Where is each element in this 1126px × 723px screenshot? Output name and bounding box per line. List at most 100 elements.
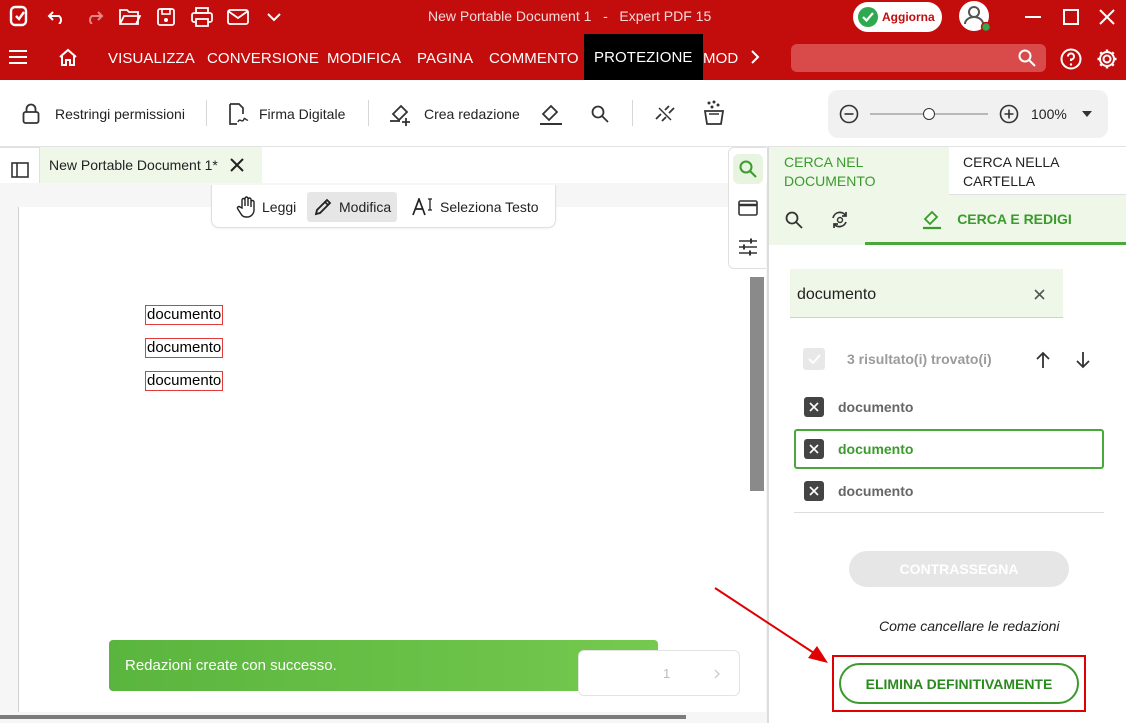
title-bar: New Portable Document 1 - Expert PDF 15 … [0, 0, 1126, 34]
tab-visualizza[interactable]: VISUALIZZA [108, 50, 195, 67]
mark-button[interactable]: CONTRASSEGNA [849, 551, 1069, 587]
document-tab[interactable]: New Portable Document 1* [40, 147, 262, 183]
right-tool-rail [728, 147, 766, 269]
edit-mode-button[interactable]: Modifica [307, 192, 398, 222]
page-number[interactable]: 1 [663, 666, 670, 681]
search-redact-icon[interactable] [589, 102, 611, 126]
remove-result-icon[interactable] [804, 439, 824, 459]
tab-search-in-document[interactable]: CERCA NEL DOCUMENTO [769, 147, 949, 195]
user-account-icon[interactable] [956, 1, 992, 33]
document-page[interactable] [18, 207, 766, 712]
check-icon [807, 354, 821, 364]
tab-mod[interactable]: MOD [703, 50, 738, 67]
select-text-mode-label: Seleziona Testo [440, 199, 539, 215]
search-panel-toggle[interactable] [733, 154, 763, 184]
maximize-icon[interactable] [1060, 6, 1082, 28]
unlink-icon[interactable] [652, 102, 678, 126]
remove-result-icon[interactable] [804, 397, 824, 417]
search-hit-highlight[interactable]: documento [145, 305, 224, 325]
zoom-out-icon[interactable] [838, 103, 860, 125]
select-text-mode-button[interactable]: Seleziona Testo [406, 192, 545, 222]
read-mode-button[interactable]: Leggi [230, 192, 302, 222]
result-item[interactable]: documento [794, 471, 1104, 511]
settings-sliders-icon[interactable] [737, 236, 759, 258]
minimize-icon[interactable] [1022, 6, 1044, 28]
email-icon[interactable] [226, 6, 250, 28]
document-vertical-scrollbar[interactable] [750, 277, 764, 491]
protection-toolbar: Restringi permissioni Firma Digitale Cre… [0, 80, 1126, 147]
home-icon[interactable] [56, 46, 80, 68]
update-button[interactable]: Aggiorna [853, 2, 942, 32]
read-mode-label: Leggi [262, 199, 297, 215]
document-horizontal-scrollbar[interactable] [0, 715, 686, 719]
document-tab-label: New Portable Document 1* [49, 157, 218, 173]
subtab-search-and-redact[interactable]: CERCA E REDIGI [865, 195, 1126, 245]
hamburger-menu-icon[interactable] [6, 46, 30, 68]
search-icon [738, 159, 758, 179]
tab-protezione[interactable]: PROTEZIONE [584, 34, 703, 80]
result-item[interactable]: documento [794, 387, 1104, 427]
hand-icon [236, 196, 255, 218]
toolbar-divider [206, 100, 207, 126]
subtab-search-icon[interactable] [783, 209, 805, 231]
subtab-search-replace-icon[interactable] [829, 209, 851, 231]
tab-commento[interactable]: COMMENTO [489, 50, 579, 67]
panel-layout-icon[interactable] [737, 198, 759, 218]
tab-modifica[interactable]: MODIFICA [327, 50, 401, 67]
previous-result-icon[interactable] [1032, 349, 1054, 371]
search-hit-highlight[interactable]: documento [145, 338, 224, 358]
gear-icon[interactable] [1095, 47, 1119, 71]
sidebar-toggle-icon[interactable] [9, 160, 31, 180]
restrict-permissions-button[interactable]: Restringi permissioni [22, 80, 185, 147]
create-redaction-button[interactable]: Crea redazione [388, 80, 520, 147]
app-logo-icon[interactable] [8, 5, 30, 27]
tab-pagina[interactable]: PAGINA [417, 50, 473, 67]
text-cursor-icon [412, 198, 432, 216]
remove-result-icon[interactable] [804, 481, 824, 501]
restrict-permissions-label: Restringi permissioni [55, 105, 185, 122]
result-text: documento [838, 483, 914, 499]
pencil-icon [314, 198, 332, 216]
success-toast: Redazioni create con successo. [109, 640, 658, 691]
close-tab-icon[interactable] [228, 156, 246, 174]
apply-redaction-icon[interactable] [537, 100, 565, 128]
next-result-icon[interactable] [1072, 349, 1094, 371]
save-icon[interactable] [155, 6, 177, 28]
zoom-in-icon[interactable] [998, 103, 1020, 125]
how-to-remove-redactions-link[interactable]: Come cancellare le redazioni [879, 618, 1060, 634]
global-search-input[interactable] [791, 44, 1046, 72]
redact-search-input[interactable]: documento [790, 269, 1063, 318]
open-folder-icon[interactable] [119, 6, 141, 28]
redo-icon[interactable] [83, 7, 105, 27]
zoom-value[interactable]: 100% [1031, 106, 1067, 122]
digital-signature-label: Firma Digitale [259, 105, 346, 122]
redact-search-value: documento [797, 286, 877, 303]
result-item-active[interactable]: documento [794, 429, 1104, 469]
check-circle-icon [858, 7, 878, 27]
search-icon [1017, 48, 1037, 68]
undo-icon[interactable] [46, 7, 68, 27]
quick-access-chevron-icon[interactable] [264, 8, 284, 26]
digital-signature-button[interactable]: Firma Digitale [227, 80, 345, 147]
chevron-right-icon[interactable] [746, 48, 764, 66]
close-window-icon[interactable] [1096, 6, 1118, 28]
ribbon-tabs: VISUALIZZA CONVERSIONE MODIFICA PAGINA C… [0, 34, 1126, 80]
results-divider [794, 512, 1104, 513]
zoom-slider-thumb[interactable] [923, 108, 935, 120]
redaction-eraser-icon [923, 210, 942, 229]
panel-subtabs: CERCA E REDIGI [769, 195, 1126, 245]
results-summary: 3 risultato(i) trovato(i) [847, 351, 992, 367]
select-all-checkbox[interactable] [803, 348, 825, 370]
print-icon[interactable] [190, 6, 214, 28]
result-text: documento [838, 441, 914, 457]
sanitize-document-icon[interactable] [701, 99, 727, 127]
search-hit-highlight[interactable]: documento [145, 371, 224, 391]
toolbar-divider [632, 100, 633, 126]
zoom-dropdown-icon[interactable] [1080, 108, 1094, 120]
tab-search-in-folder[interactable]: CERCA NELLA CARTELLA [949, 147, 1126, 195]
delete-permanently-button[interactable]: ELIMINA DEFINITIVAMENTE [839, 663, 1079, 704]
tab-conversione[interactable]: CONVERSIONE [207, 50, 319, 67]
clear-search-icon[interactable] [1032, 287, 1046, 301]
subtab-search-and-redact-label: CERCA E REDIGI [957, 210, 1072, 227]
help-icon[interactable] [1059, 47, 1083, 71]
